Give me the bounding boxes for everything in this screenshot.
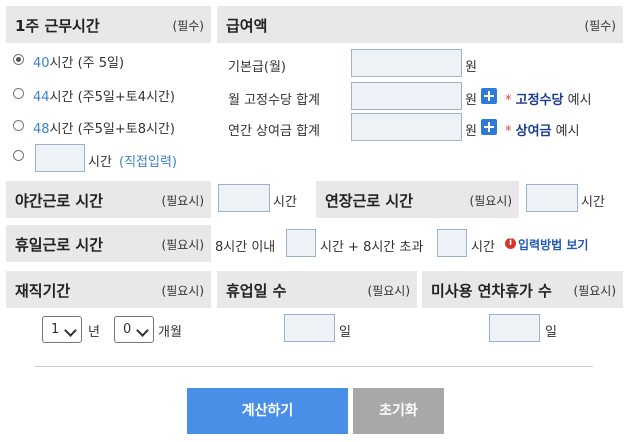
tenure-header: 재직기간 (필요시) — [6, 271, 211, 308]
fixed-allowance-star: * — [505, 93, 512, 108]
option-44-hours: 44 — [33, 90, 50, 105]
chevron-down-icon — [136, 324, 149, 337]
overtime-header: 연장근로 시간 (필요시) — [316, 181, 519, 218]
reset-button-label: 초기화 — [379, 403, 418, 419]
work-hours-required: (필수) — [172, 19, 204, 33]
bonus-link: 상여금 — [515, 124, 552, 139]
holiday-work-title: 휴일근로 시간 — [15, 236, 104, 254]
holiday-within-label: 8시간 이내 — [215, 240, 276, 255]
fixed-allowance-input[interactable] — [351, 82, 462, 110]
option-40-note: (주 5일) — [77, 56, 125, 71]
bonus-example[interactable]: * 상여금 예시 — [505, 120, 580, 139]
leave-days-input[interactable] — [284, 314, 335, 342]
radio-custom-hours[interactable] — [13, 150, 24, 161]
holiday-within-input[interactable] — [286, 229, 316, 257]
reset-button[interactable]: 초기화 — [353, 388, 444, 434]
add-fixed-allowance-icon[interactable] — [481, 88, 497, 104]
work-hours-title: 1주 근무시간 — [15, 17, 100, 35]
bonus-label: 연간 상여금 합계 — [228, 124, 320, 139]
radio-44-hours[interactable] — [13, 88, 24, 99]
option-48-label[interactable]: 48시간 (주5일+토8시간) — [33, 118, 175, 137]
holiday-mid-label: 시간 + 8시간 초과 — [320, 240, 424, 255]
custom-hours-note: (직접입력) — [119, 155, 177, 170]
fixed-allowance-example[interactable]: * 고정수당 예시 — [505, 89, 592, 108]
tenure-required: (필요시) — [161, 284, 204, 298]
unused-leave-title: 미사용 연차휴가 수 — [431, 282, 552, 300]
option-40-label[interactable]: 40시간 (주 5일) — [33, 52, 124, 71]
bonus-unit: 원 — [465, 124, 477, 139]
option-44-label[interactable]: 44시간 (주5일+토4시간) — [33, 86, 175, 105]
months-select[interactable]: 0 — [114, 316, 154, 343]
overtime-required: (필요시) — [469, 194, 512, 208]
bonus-suffix: 예시 — [555, 124, 580, 139]
salary-header: 급여액 (필수) — [217, 6, 623, 43]
base-salary-unit: 원 — [465, 60, 477, 75]
salary-required: (필수) — [584, 19, 616, 33]
option-44-note: (주5일+토4시간) — [77, 90, 175, 105]
years-unit: 년 — [88, 325, 100, 340]
radio-40-hours[interactable] — [13, 54, 24, 65]
leave-days-required: (필요시) — [367, 284, 410, 298]
option-48-note: (주5일+토8시간) — [77, 122, 175, 137]
option-48-unit: 시간 — [49, 122, 74, 137]
fixed-allowance-suffix: 예시 — [567, 93, 592, 108]
option-40-unit: 시간 — [49, 56, 74, 71]
night-work-input[interactable] — [218, 184, 270, 212]
holiday-work-header: 휴일근로 시간 (필요시) — [6, 225, 211, 262]
night-work-header: 야간근로 시간 (필요시) — [6, 181, 211, 218]
custom-hours-input[interactable] — [35, 144, 85, 172]
overtime-unit: 시간 — [581, 195, 605, 210]
tenure-title: 재직기간 — [15, 282, 71, 300]
work-hours-header: 1주 근무시간 (필수) — [6, 6, 211, 43]
months-unit: 개월 — [158, 325, 182, 340]
unused-leave-input[interactable] — [489, 314, 540, 342]
option-40-hours: 40 — [33, 56, 50, 71]
leave-days-unit: 일 — [339, 325, 351, 340]
leave-days-header: 휴업일 수 (필요시) — [217, 271, 417, 308]
holiday-over-unit: 시간 — [471, 240, 495, 255]
salary-title: 급여액 — [226, 17, 268, 35]
fixed-allowance-link: 고정수당 — [515, 93, 564, 108]
overtime-input[interactable] — [526, 184, 578, 212]
overtime-title: 연장근로 시간 — [325, 192, 414, 210]
custom-hours-unit: 시간 — [88, 155, 112, 170]
unused-leave-required: (필요시) — [573, 284, 616, 298]
years-select[interactable]: 1 — [42, 316, 82, 343]
years-value: 1 — [51, 322, 60, 337]
fixed-allowance-unit: 원 — [465, 93, 477, 108]
calculate-button[interactable]: 계산하기 — [187, 388, 348, 434]
holiday-over-input[interactable] — [437, 229, 467, 257]
option-48-hours: 48 — [33, 122, 50, 137]
info-icon[interactable]: i — [505, 238, 516, 249]
divider — [35, 366, 593, 367]
night-work-required: (필요시) — [161, 194, 204, 208]
night-work-title: 야간근로 시간 — [15, 192, 104, 210]
calculate-button-label: 계산하기 — [241, 403, 294, 419]
input-method-link[interactable]: 입력방법 보기 — [518, 236, 588, 253]
base-salary-label: 기본급(월) — [228, 60, 286, 75]
base-salary-input[interactable] — [351, 49, 462, 77]
fixed-allowance-label: 월 고정수당 합계 — [228, 93, 320, 108]
leave-days-title: 휴업일 수 — [226, 282, 287, 300]
add-bonus-icon[interactable] — [481, 119, 497, 135]
unused-leave-header: 미사용 연차휴가 수 (필요시) — [422, 271, 623, 308]
chevron-down-icon — [64, 324, 77, 337]
night-work-unit: 시간 — [273, 195, 297, 210]
months-value: 0 — [123, 322, 132, 337]
radio-48-hours[interactable] — [13, 120, 24, 131]
bonus-input[interactable] — [351, 113, 462, 141]
holiday-work-required: (필요시) — [161, 238, 204, 252]
unused-leave-unit: 일 — [545, 325, 557, 340]
bonus-star: * — [505, 124, 512, 139]
option-44-unit: 시간 — [49, 90, 74, 105]
